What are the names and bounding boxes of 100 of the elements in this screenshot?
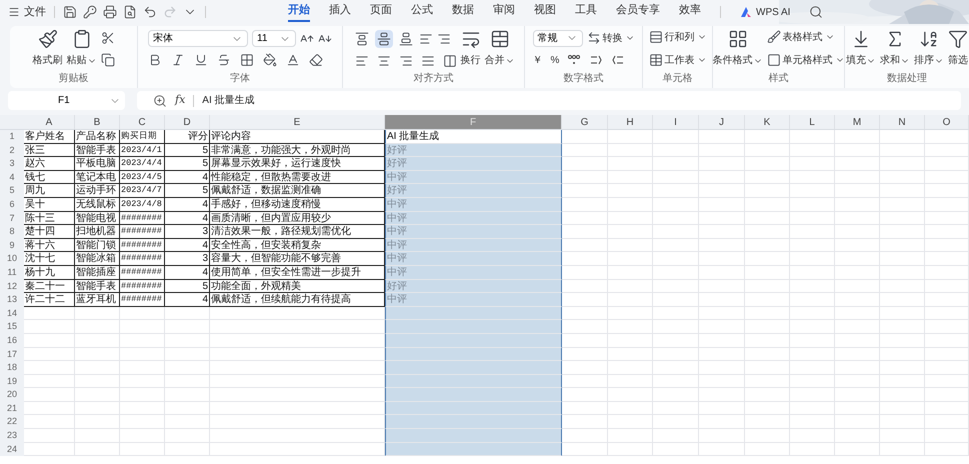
column-header[interactable]: B	[75, 115, 120, 129]
print-icon[interactable]	[103, 5, 117, 19]
column-header[interactable]: H	[608, 115, 653, 129]
ribbon-tab[interactable]: 页面	[370, 2, 392, 22]
font-color-icon[interactable]	[286, 53, 300, 67]
decimal-decrease-icon[interactable]	[611, 53, 626, 67]
column-header[interactable]: J	[699, 115, 745, 129]
italic-icon[interactable]	[171, 53, 185, 67]
row-number[interactable]: 12	[0, 280, 24, 294]
function-button[interactable]: fx	[175, 92, 186, 109]
column-header[interactable]: N	[880, 115, 925, 129]
eraser-icon[interactable]	[309, 53, 323, 67]
row-number[interactable]: 10	[0, 252, 24, 266]
row-number[interactable]: 20	[0, 388, 24, 402]
format-painter-button[interactable]: 格式刷	[32, 29, 62, 68]
justify-icon[interactable]	[420, 54, 434, 68]
ribbon-tab[interactable]: 会员专享	[616, 2, 660, 22]
row-number[interactable]: 5	[0, 184, 24, 198]
formula-field[interactable]: AI 批量生成	[202, 93, 255, 108]
wrap-text-button[interactable]: 换行	[460, 29, 480, 68]
row-number[interactable]: 2	[0, 144, 24, 158]
row-number[interactable]: 13	[0, 293, 24, 307]
font-name-field[interactable]: 宋体	[148, 30, 248, 47]
undo-icon[interactable]	[143, 5, 157, 19]
align-center-icon[interactable]	[376, 54, 390, 68]
column-header[interactable]: C	[120, 115, 165, 129]
thousands-icon[interactable]	[567, 53, 582, 67]
number-format-field[interactable]: 常规	[532, 30, 582, 46]
row-number[interactable]: 15	[0, 320, 24, 334]
row-number[interactable]: 19	[0, 374, 24, 388]
column-header[interactable]: D	[165, 115, 210, 129]
indent-increase-icon[interactable]	[436, 32, 450, 46]
sum-button[interactable]: 求和	[880, 29, 910, 68]
currency-button[interactable]: ￥	[532, 52, 542, 68]
zoom-icon[interactable]	[153, 94, 167, 108]
indent-decrease-icon[interactable]	[418, 32, 432, 46]
merge-button[interactable]: 合并	[484, 29, 514, 68]
filter-button[interactable]: 筛选	[948, 29, 968, 68]
column-header[interactable]: K	[745, 115, 790, 129]
row-number[interactable]: 18	[0, 361, 24, 375]
cut-icon[interactable]	[100, 30, 114, 44]
ribbon-tab[interactable]: 工具	[575, 2, 597, 22]
save-icon[interactable]	[63, 5, 77, 19]
search-icon[interactable]	[809, 5, 824, 19]
copy-icon[interactable]	[100, 52, 114, 66]
row-number[interactable]: 9	[0, 238, 24, 252]
column-header[interactable]: A	[24, 115, 75, 129]
rows-columns-button[interactable]: 行和列	[648, 30, 706, 44]
column-header[interactable]: I	[653, 115, 699, 129]
font-size-field[interactable]: 11	[252, 30, 296, 47]
align-right-icon[interactable]	[398, 54, 412, 68]
border-icon[interactable]	[240, 53, 254, 67]
ribbon-tab[interactable]: 效率	[679, 2, 701, 22]
row-number[interactable]: 14	[0, 306, 24, 320]
row-number[interactable]: 16	[0, 334, 24, 348]
decimal-increase-icon[interactable]	[589, 53, 604, 67]
ribbon-tab[interactable]: 审阅	[493, 2, 515, 22]
column-header[interactable]: L	[790, 115, 835, 129]
underline-icon[interactable]	[194, 53, 208, 67]
column-header[interactable]: O	[925, 115, 969, 129]
column-header[interactable]: G	[562, 115, 608, 129]
table-style-button[interactable]: 表格样式	[766, 30, 844, 44]
distribute-icon[interactable]	[442, 54, 456, 68]
row-number[interactable]: 11	[0, 266, 24, 280]
sort-button[interactable]: 排序	[914, 29, 944, 68]
percent-button[interactable]: %	[550, 52, 560, 68]
row-number[interactable]: 3	[0, 157, 24, 171]
row-number[interactable]: 22	[0, 415, 24, 430]
convert-button[interactable]: 转换	[586, 30, 634, 46]
file-menu[interactable]: 文件	[8, 4, 46, 20]
paste-button[interactable]: 粘贴	[66, 29, 96, 68]
bold-icon[interactable]	[148, 53, 162, 67]
row-number[interactable]: 7	[0, 212, 24, 226]
row-number[interactable]: 6	[0, 198, 24, 212]
row-number[interactable]: 24	[0, 442, 24, 456]
print-preview-icon[interactable]	[123, 5, 137, 19]
ribbon-tab[interactable]: 开始	[288, 2, 310, 22]
row-number[interactable]: 8	[0, 225, 24, 239]
fill-color-icon[interactable]	[263, 53, 277, 67]
row-number[interactable]: 21	[0, 402, 24, 416]
fill-button[interactable]: 填充	[846, 29, 876, 68]
ribbon-tab[interactable]: 数据	[452, 2, 474, 22]
column-header[interactable]: M	[835, 115, 880, 129]
ribbon-tab[interactable]: 插入	[329, 2, 351, 22]
table-cell	[835, 266, 880, 280]
ribbon-tab[interactable]: 视图	[534, 2, 556, 22]
strikethrough-icon[interactable]	[217, 53, 231, 67]
name-box[interactable]: F1	[8, 91, 125, 110]
conditional-format-button[interactable]: 条件格式	[712, 29, 762, 68]
ribbon-tab[interactable]: 公式	[411, 2, 433, 22]
cell-style-button[interactable]: 单元格样式	[766, 52, 844, 68]
vertical-align-button[interactable]	[374, 30, 392, 48]
row-number[interactable]: 1	[0, 130, 24, 144]
key-icon[interactable]	[83, 5, 97, 19]
row-number[interactable]: 23	[0, 429, 24, 443]
ai-tab[interactable]: WPS AI	[740, 4, 790, 20]
row-number[interactable]: 4	[0, 170, 24, 184]
align-left-icon[interactable]	[354, 54, 368, 68]
row-number[interactable]: 17	[0, 348, 24, 362]
worksheet-button[interactable]: 工作表	[648, 52, 706, 68]
